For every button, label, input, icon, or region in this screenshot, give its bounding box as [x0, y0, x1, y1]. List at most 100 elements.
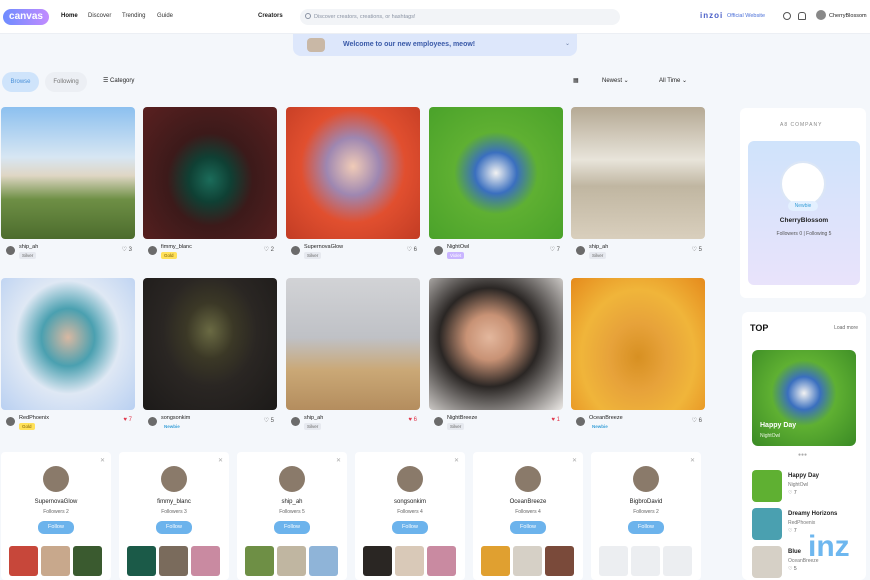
follow-button[interactable]: Follow: [510, 521, 546, 534]
thumbnail[interactable]: [9, 546, 38, 576]
card-username[interactable]: OceanBreeze: [589, 415, 623, 421]
app-logo[interactable]: canvas: [3, 9, 49, 25]
thumbnail[interactable]: [41, 546, 70, 576]
avatar[interactable]: [148, 417, 157, 426]
thumbnail[interactable]: [191, 546, 220, 576]
avatar[interactable]: [434, 417, 443, 426]
profile-card[interactable]: Newbie CherryBlossom Followers 0 | Follo…: [748, 141, 860, 285]
thumbnail[interactable]: [159, 546, 188, 576]
feed-card[interactable]: [286, 107, 420, 239]
user-name[interactable]: CherryBlossom: [829, 13, 867, 19]
card-username[interactable]: NightOwl: [447, 244, 469, 250]
card-username[interactable]: fimmy_blanc: [161, 244, 192, 250]
nav-guide[interactable]: Guide: [157, 13, 173, 19]
featured-top-card[interactable]: Happy Day NightOwl: [752, 350, 856, 446]
thumbnail[interactable]: [481, 546, 510, 576]
close-icon[interactable]: ✕: [454, 457, 459, 464]
creator-name[interactable]: songsonkim: [355, 499, 465, 505]
grid-view-icon[interactable]: ▦: [573, 77, 579, 84]
avatar[interactable]: [279, 466, 305, 492]
card-username[interactable]: RedPhoenix: [19, 415, 49, 421]
thumbnail[interactable]: [545, 546, 574, 576]
bell-icon[interactable]: [798, 12, 806, 20]
follow-button[interactable]: Follow: [628, 521, 664, 534]
sort-dropdown[interactable]: Newest ⌄: [602, 77, 629, 84]
load-more-link[interactable]: Load more: [834, 325, 858, 331]
card-username[interactable]: SupernovaGlow: [304, 244, 343, 250]
feed-card[interactable]: [143, 107, 277, 239]
avatar[interactable]: [397, 466, 423, 492]
like-count[interactable]: ♡ 7: [550, 246, 560, 253]
top-list-item[interactable]: Happy Day NightOwl ♡ 7: [752, 470, 862, 504]
follow-button[interactable]: Follow: [38, 521, 74, 534]
feed-card[interactable]: [286, 278, 420, 410]
chevron-down-icon[interactable]: ⌄: [565, 40, 570, 47]
creator-name[interactable]: BigbroDavid: [591, 499, 701, 505]
carousel-dots[interactable]: ●●●: [798, 452, 807, 458]
creator-name[interactable]: SupernovaGlow: [1, 499, 111, 505]
card-username[interactable]: ship_ah: [19, 244, 38, 250]
avatar[interactable]: [148, 246, 157, 255]
feed-card[interactable]: [429, 278, 563, 410]
thumbnail[interactable]: [277, 546, 306, 576]
like-count[interactable]: ♡ 3: [122, 246, 132, 253]
like-count[interactable]: ♡ 2: [264, 246, 274, 253]
card-username[interactable]: ship_ah: [589, 244, 608, 250]
nav-home[interactable]: Home: [61, 13, 78, 19]
user-avatar[interactable]: [816, 10, 826, 20]
feed-card[interactable]: [571, 278, 705, 410]
feed-card[interactable]: [143, 278, 277, 410]
welcome-banner[interactable]: Welcome to our new employees, meow! ⌄: [293, 34, 577, 56]
thumbnail[interactable]: [631, 546, 660, 576]
like-count[interactable]: ♡ 6: [407, 246, 417, 253]
globe-icon[interactable]: [783, 12, 791, 20]
card-username[interactable]: NightBreeze: [447, 415, 477, 421]
close-icon[interactable]: ✕: [690, 457, 695, 464]
like-count[interactable]: ♡ 6: [692, 417, 702, 424]
close-icon[interactable]: ✕: [336, 457, 341, 464]
thumbnail[interactable]: [127, 546, 156, 576]
avatar[interactable]: [161, 466, 187, 492]
feed-card[interactable]: [571, 107, 705, 239]
avatar[interactable]: [6, 417, 15, 426]
search-bar[interactable]: Discover creators, creations, or hashtag…: [300, 9, 620, 25]
close-icon[interactable]: ✕: [100, 457, 105, 464]
like-count[interactable]: ♥ 6: [408, 417, 417, 423]
close-icon[interactable]: ✕: [218, 457, 223, 464]
creator-name[interactable]: fimmy_blanc: [119, 499, 229, 505]
thumbnail[interactable]: [395, 546, 424, 576]
brand-logo[interactable]: inzoi: [700, 11, 723, 20]
card-username[interactable]: songsonkim: [161, 415, 190, 421]
avatar[interactable]: [576, 246, 585, 255]
thumbnail[interactable]: [363, 546, 392, 576]
tab-following[interactable]: Following: [45, 72, 87, 92]
avatar[interactable]: [434, 246, 443, 255]
avatar[interactable]: [6, 246, 15, 255]
like-count[interactable]: ♥ 7: [123, 417, 132, 423]
avatar[interactable]: [515, 466, 541, 492]
category-filter[interactable]: ☰ Category: [103, 77, 134, 84]
like-count[interactable]: ♡ 5: [264, 417, 274, 424]
time-dropdown[interactable]: All Time ⌄: [659, 77, 687, 84]
thumbnail[interactable]: [245, 546, 274, 576]
thumbnail[interactable]: [513, 546, 542, 576]
thumbnail[interactable]: [309, 546, 338, 576]
nav-trending[interactable]: Trending: [122, 13, 145, 19]
nav-discover[interactable]: Discover: [88, 13, 111, 19]
feed-card[interactable]: [1, 107, 135, 239]
avatar[interactable]: [633, 466, 659, 492]
creator-name[interactable]: ship_ah: [237, 499, 347, 505]
thumbnail[interactable]: [599, 546, 628, 576]
like-count[interactable]: ♥ 1: [551, 417, 560, 423]
official-website-link[interactable]: Official Website: [727, 13, 765, 19]
follow-button[interactable]: Follow: [392, 521, 428, 534]
profile-name[interactable]: CherryBlossom: [748, 217, 860, 224]
follow-button[interactable]: Follow: [156, 521, 192, 534]
thumbnail[interactable]: [73, 546, 102, 576]
creator-name[interactable]: OceanBreeze: [473, 499, 583, 505]
thumbnail[interactable]: [663, 546, 692, 576]
avatar[interactable]: [576, 417, 585, 426]
search-filter-dropdown[interactable]: Creators: [258, 13, 283, 19]
close-icon[interactable]: ✕: [572, 457, 577, 464]
tab-browse[interactable]: Browse: [2, 72, 39, 92]
